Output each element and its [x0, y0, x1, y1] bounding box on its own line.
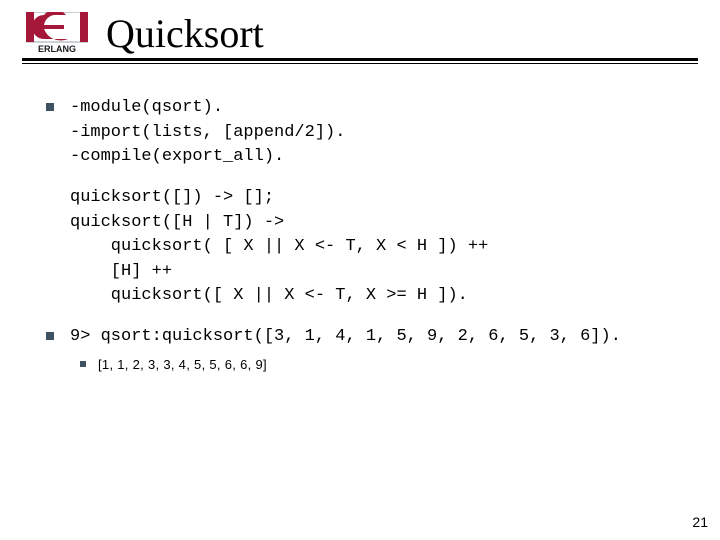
svg-text:ERLANG: ERLANG — [38, 44, 76, 54]
bullet-module-directives: -module(qsort). -import(lists, [append/2… — [40, 96, 692, 170]
header: ERLANG Quicksort — [0, 0, 720, 60]
slide-title: Quicksort — [106, 10, 264, 57]
bullet-shell-call: 9> qsort:quicksort([3, 1, 4, 1, 5, 9, 2,… — [40, 325, 692, 374]
title-rule-thick — [22, 58, 698, 61]
text-shell-result: [1, 1, 2, 3, 3, 4, 5, 5, 6, 6, 9] — [98, 357, 267, 372]
bullet-shell-result: [1, 1, 2, 3, 3, 4, 5, 5, 6, 6, 9] — [70, 356, 692, 374]
slide-content: -module(qsort). -import(lists, [append/2… — [40, 96, 692, 390]
code-shell-call: 9> qsort:quicksort([3, 1, 4, 1, 5, 9, 2,… — [70, 325, 692, 350]
title-rule-thin — [22, 63, 698, 64]
code-function-body: quicksort([]) -> []; quicksort([H | T]) … — [70, 186, 692, 309]
erlang-logo: ERLANG — [26, 12, 88, 54]
code-module-directives: -module(qsort). -import(lists, [append/2… — [70, 96, 692, 170]
page-number: 21 — [692, 514, 708, 530]
